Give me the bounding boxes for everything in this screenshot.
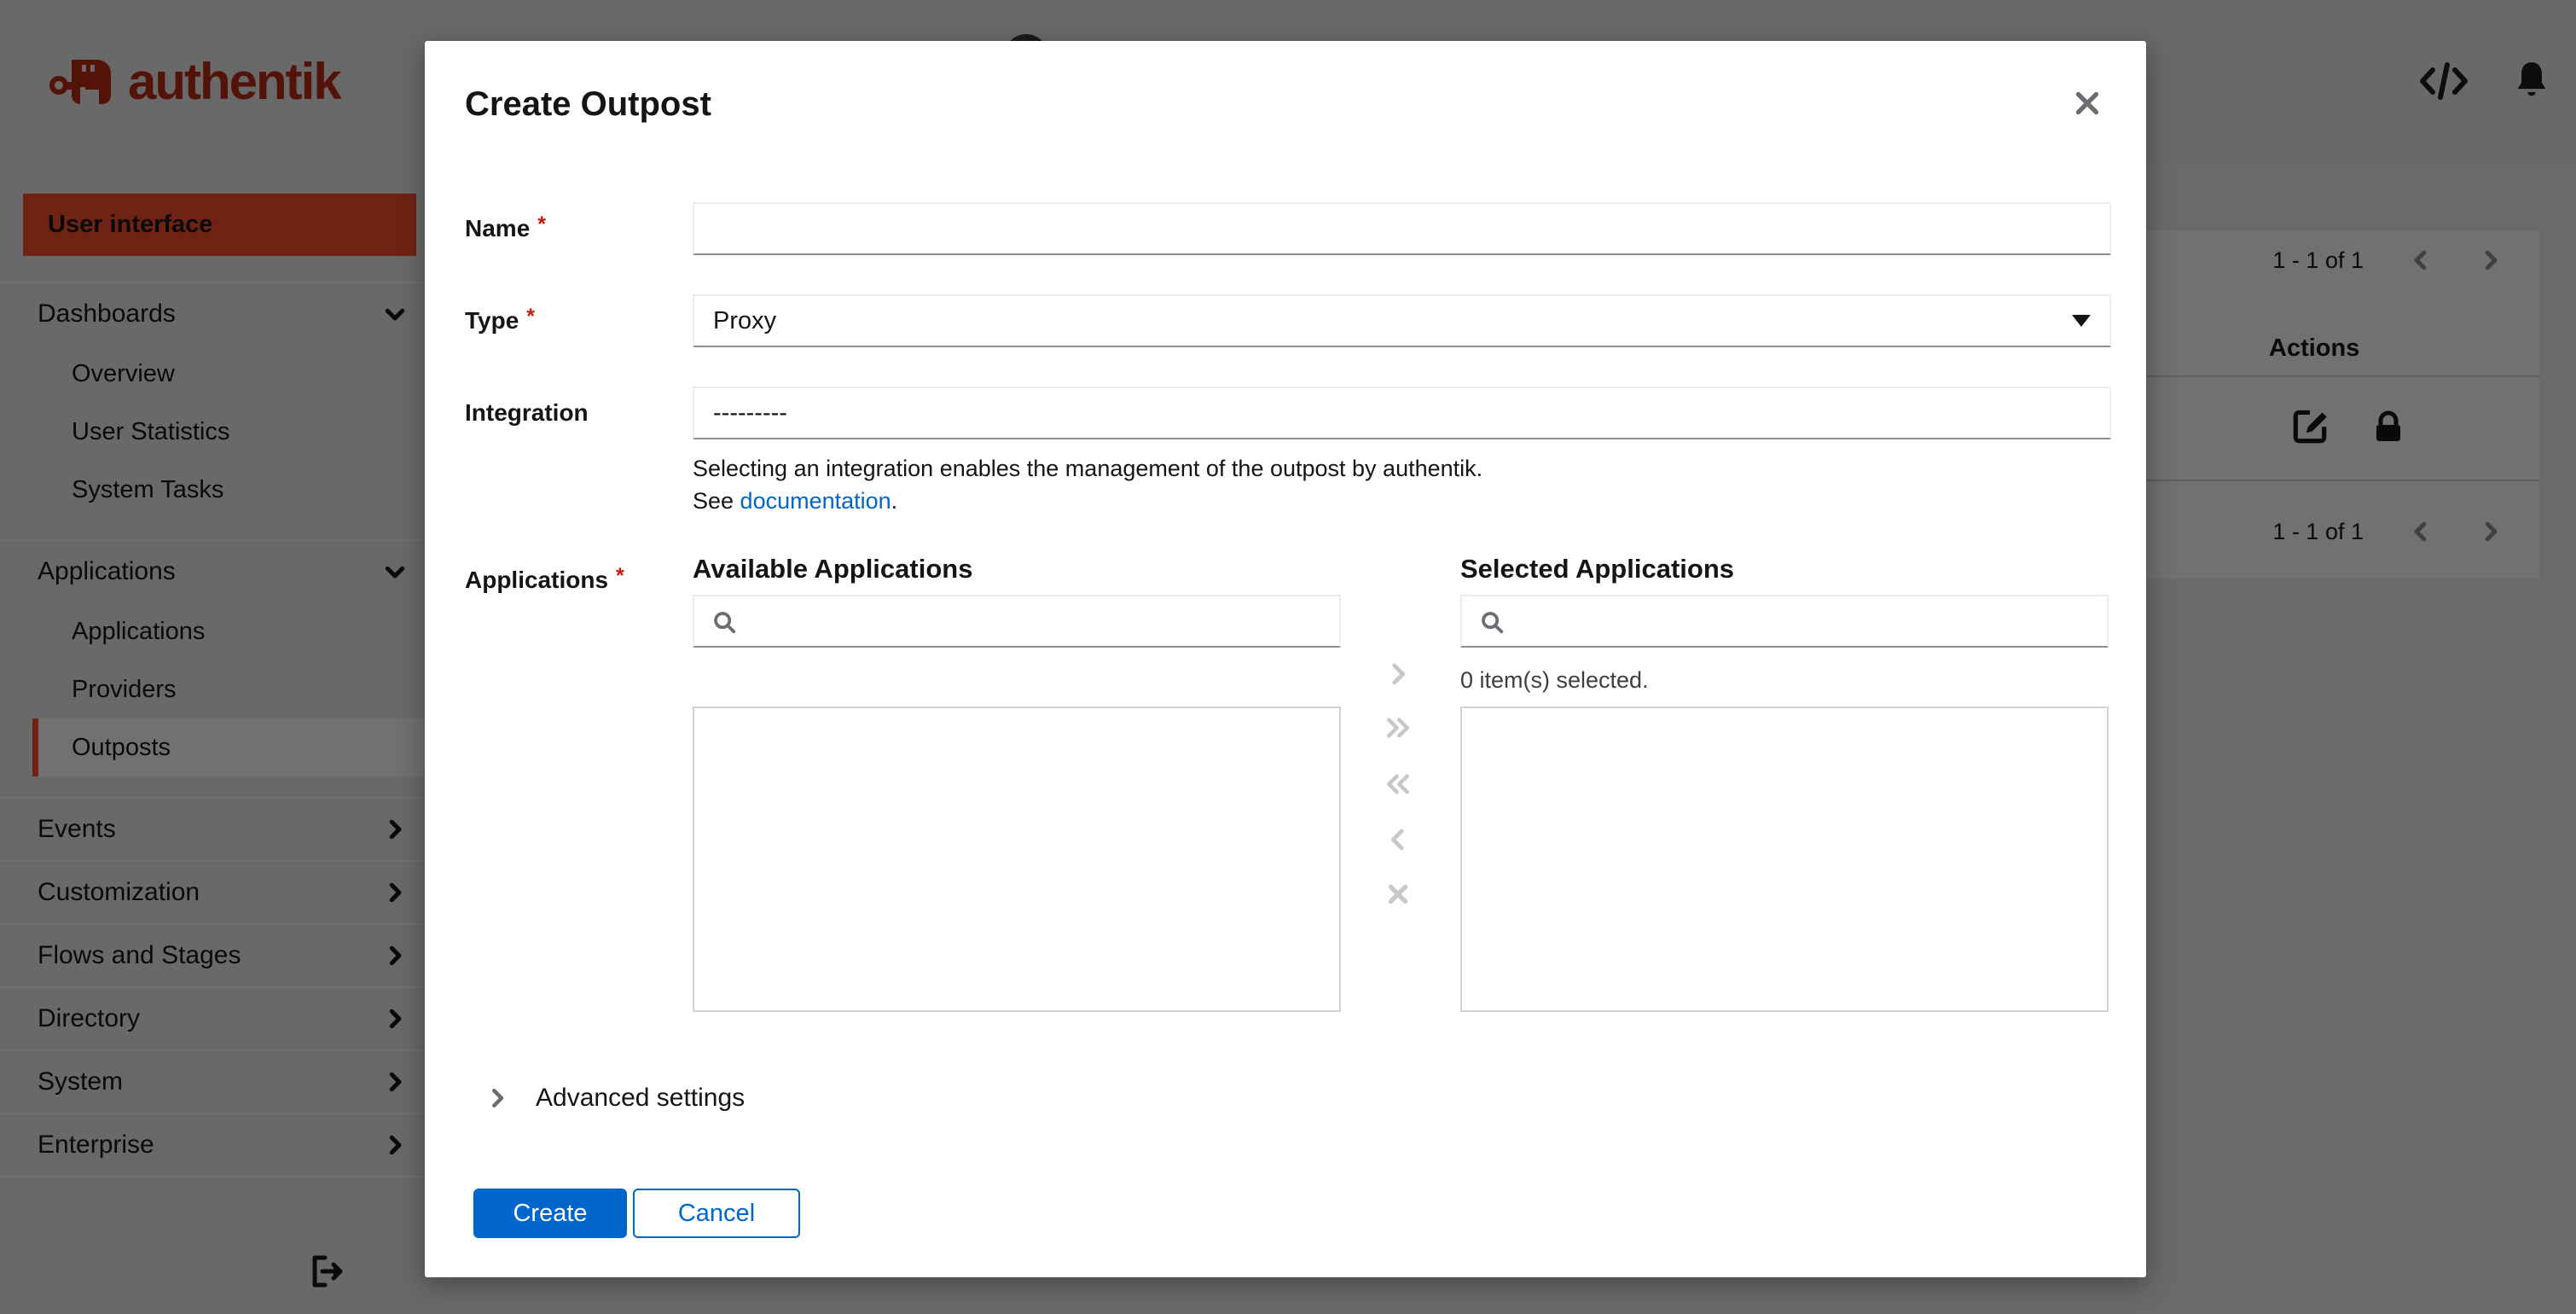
required-asterisk: * (616, 564, 624, 588)
available-search-box (693, 595, 1341, 648)
applications-field-label: Applications * (465, 557, 678, 603)
documentation-link[interactable]: documentation (740, 488, 891, 514)
selected-applications-title: Selected Applications (1460, 554, 1734, 584)
available-applications-title: Available Applications (693, 554, 973, 584)
integration-field-label: Integration (465, 387, 678, 439)
type-select-value: Proxy (713, 306, 777, 334)
caret-down-icon (2072, 315, 2091, 327)
selected-count-text: 0 item(s) selected. (1460, 667, 1649, 693)
remove-all-icon[interactable] (1378, 765, 1419, 803)
advanced-settings-label: Advanced settings (536, 1084, 746, 1112)
label-text: Applications (465, 567, 609, 593)
add-selected-icon[interactable] (1378, 655, 1419, 693)
label-text: Integration (465, 399, 589, 426)
advanced-settings-toggle[interactable]: Advanced settings (465, 1077, 745, 1119)
name-input[interactable] (693, 202, 2111, 255)
clear-selection-icon[interactable] (1378, 875, 1419, 913)
selected-applications-list[interactable] (1460, 706, 2109, 1012)
close-icon[interactable] (2067, 83, 2108, 124)
available-applications-list[interactable] (693, 706, 1341, 1012)
available-search-input[interactable] (694, 596, 1339, 646)
integration-doc-help: See documentation. (693, 486, 897, 515)
label-text: Type (465, 307, 519, 334)
modal-title: Create Outpost (465, 85, 711, 123)
create-button[interactable]: Create (473, 1189, 627, 1238)
help-prefix: See (693, 488, 740, 514)
type-select[interactable]: Proxy (693, 294, 2111, 347)
name-field-label: Name * (465, 202, 678, 255)
type-field-label: Type * (465, 294, 678, 347)
chevron-right-icon (484, 1085, 510, 1111)
label-text: Name (465, 215, 531, 241)
add-all-icon[interactable] (1378, 709, 1419, 747)
cancel-button[interactable]: Cancel (633, 1189, 800, 1238)
integration-help-text: Selecting an integration enables the man… (693, 456, 1483, 481)
selected-search-box (1460, 595, 2109, 648)
create-outpost-modal: Create Outpost Name * Type * Proxy Integra… (425, 41, 2146, 1277)
selected-search-input[interactable] (1462, 596, 2107, 646)
integration-select-value: --------- (713, 398, 787, 427)
required-asterisk: * (526, 305, 536, 328)
remove-selected-icon[interactable] (1378, 821, 1419, 858)
integration-select[interactable]: --------- (693, 387, 2111, 439)
help-suffix: . (891, 488, 898, 514)
required-asterisk: * (537, 212, 546, 236)
